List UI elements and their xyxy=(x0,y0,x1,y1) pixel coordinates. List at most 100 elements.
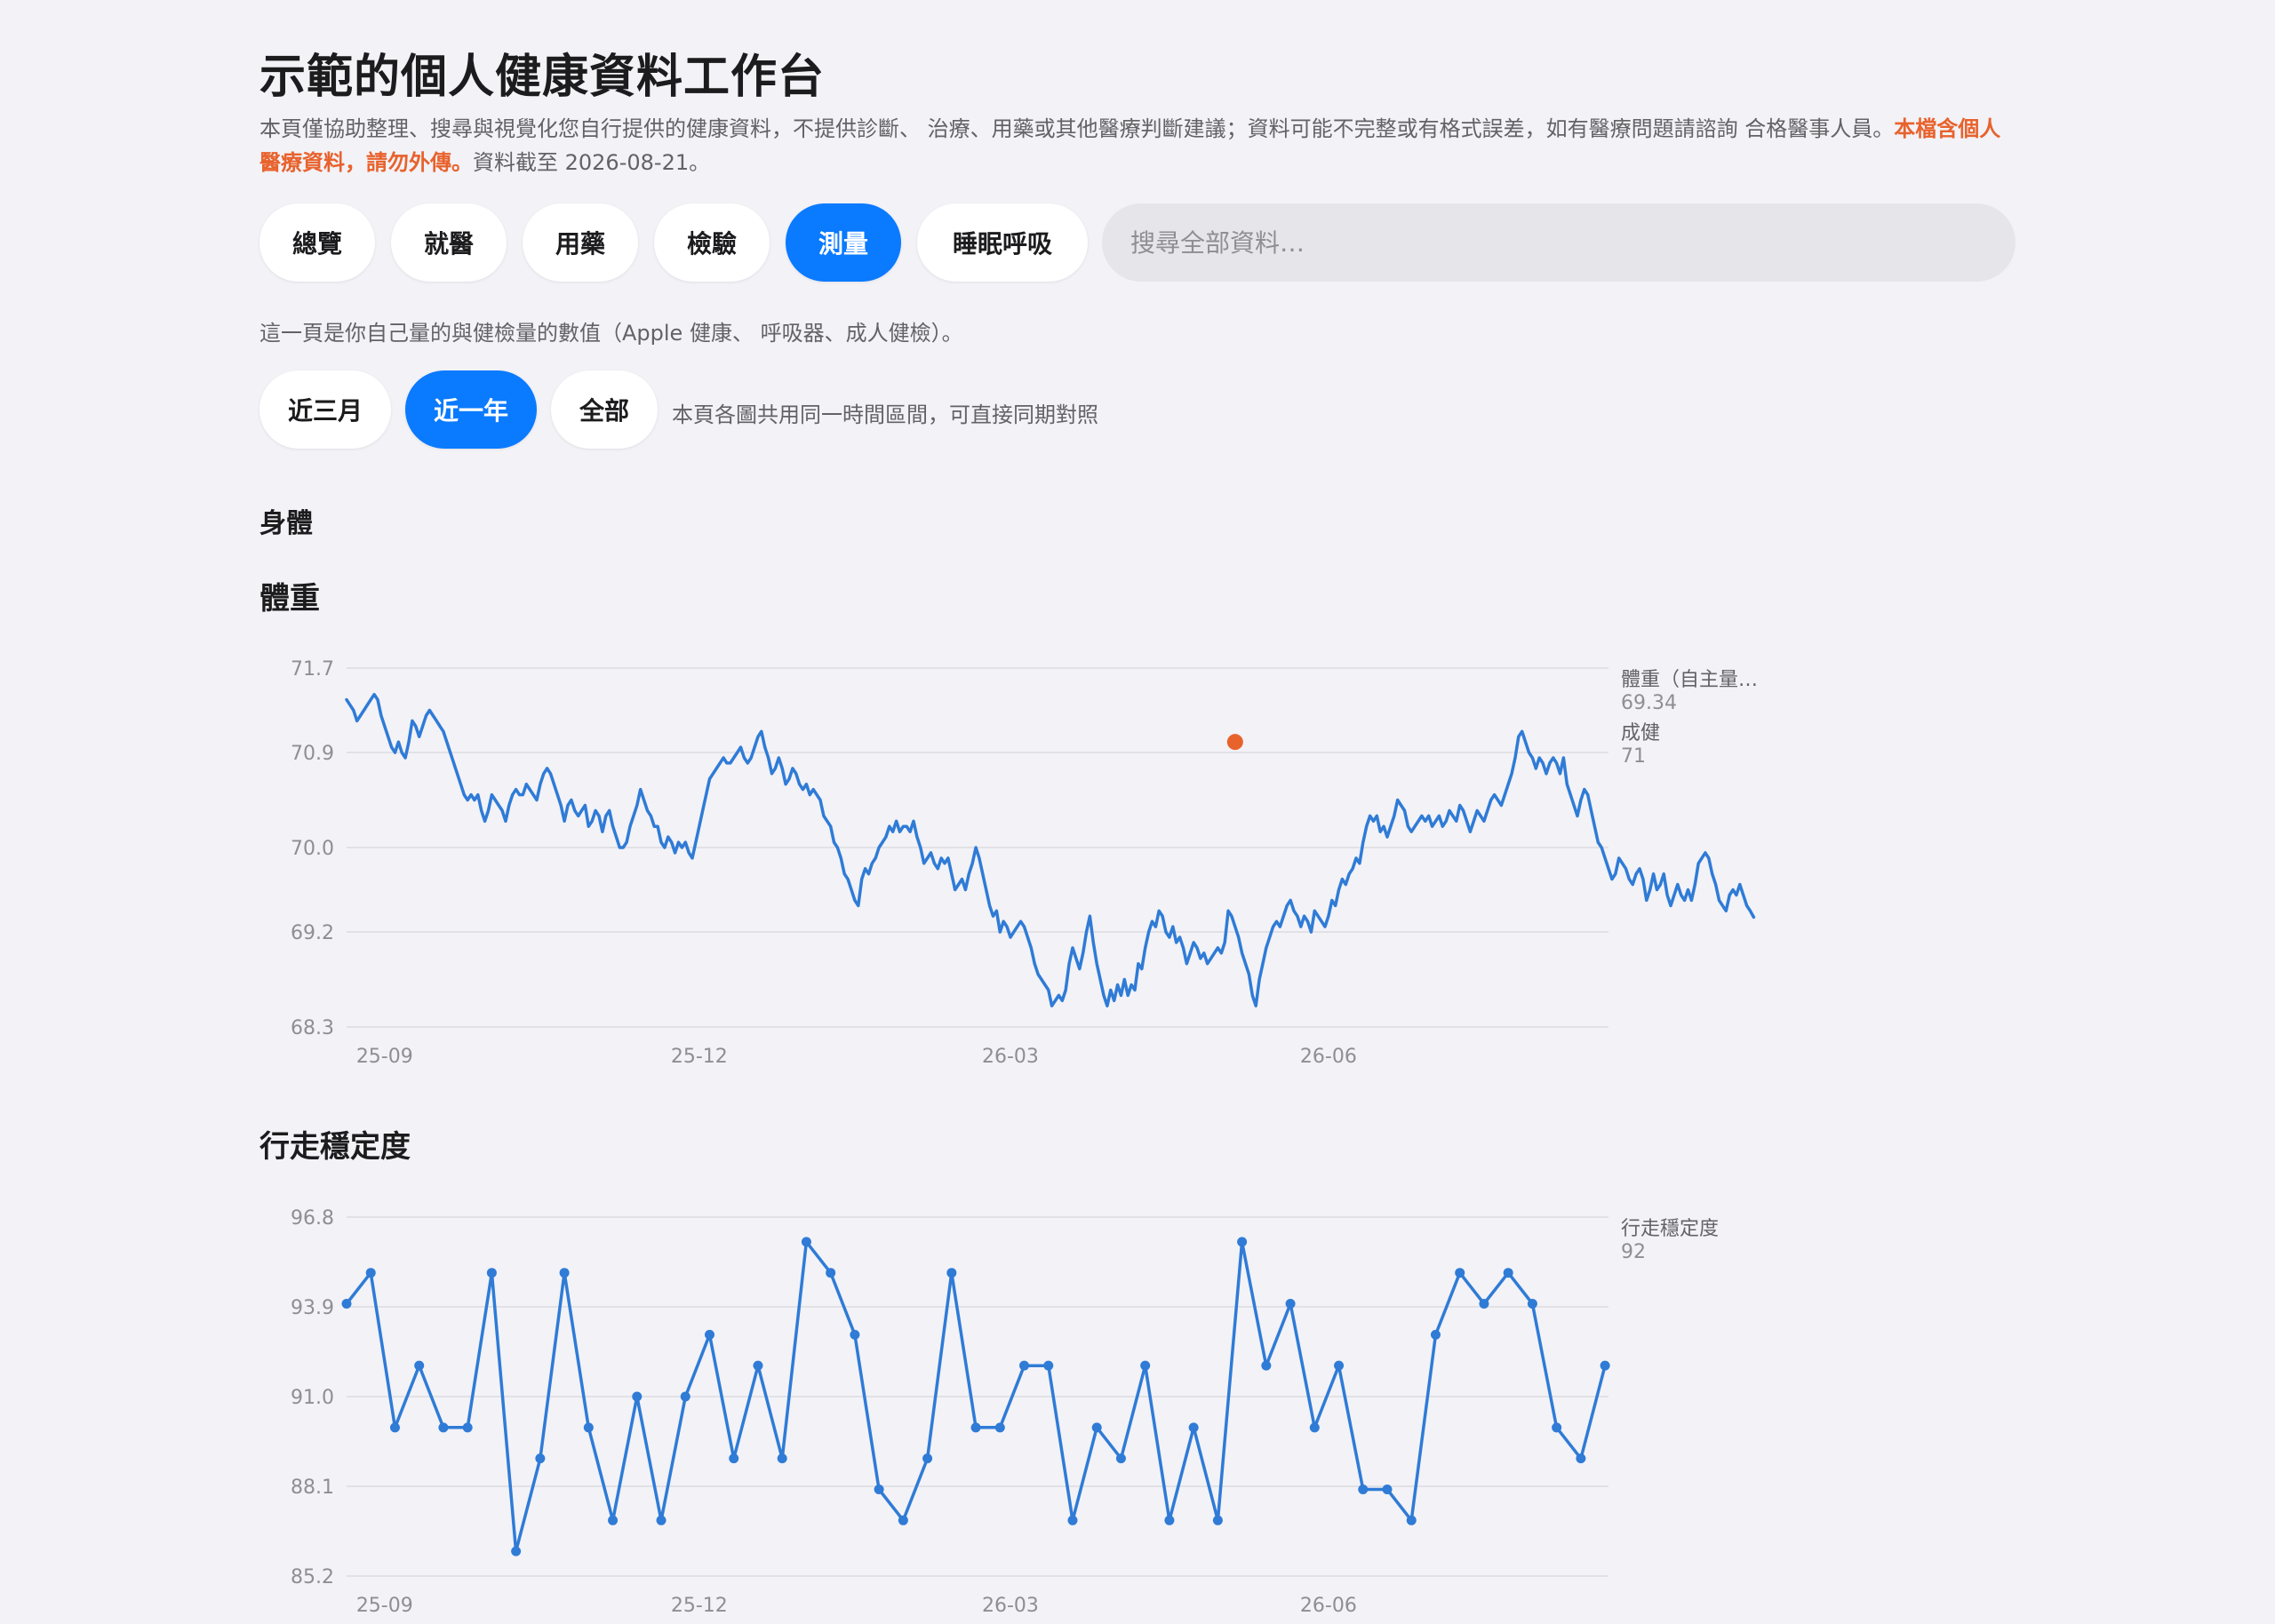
data-point xyxy=(777,1453,787,1464)
y-tick-label: 70.0 xyxy=(291,838,334,860)
disclaimer-text: 本頁僅協助整理、搜尋與視覺化您自行提供的健康資料，不提供診斷、 治療、用藥或其他… xyxy=(259,116,1895,141)
data-point xyxy=(946,1268,957,1278)
tab-visits[interactable]: 就醫 xyxy=(391,203,507,282)
data-point xyxy=(1067,1515,1078,1525)
data-point xyxy=(922,1453,933,1464)
y-tick-label: 96.8 xyxy=(291,1207,334,1230)
data-point xyxy=(1261,1360,1272,1371)
data-point xyxy=(1091,1422,1102,1433)
data-point xyxy=(1188,1422,1199,1433)
data-point xyxy=(438,1422,449,1433)
legend-last-value: 69.34 xyxy=(1621,692,1677,714)
data-point xyxy=(1600,1360,1610,1371)
data-point xyxy=(994,1422,1005,1433)
data-point xyxy=(583,1422,594,1433)
data-point xyxy=(1285,1299,1296,1310)
x-tick-label: 25-12 xyxy=(671,1046,728,1068)
data-point xyxy=(1358,1484,1369,1494)
data-point xyxy=(1576,1453,1586,1464)
data-point xyxy=(1164,1515,1175,1525)
weight-chart: 68.3 69.2 70.0 70.9 71.7 25-09 25-12 26-03 26-06… xyxy=(291,658,1758,1068)
y-tick-label: 68.3 xyxy=(291,1017,334,1039)
range-last-3-months[interactable]: 近三月 xyxy=(259,370,391,449)
range-last-year[interactable]: 近一年 xyxy=(405,370,537,449)
checkup-point xyxy=(1226,734,1243,751)
data-point xyxy=(1237,1237,1248,1247)
data-point xyxy=(1552,1422,1562,1433)
x-tick-label: 26-03 xyxy=(982,1595,1039,1617)
tab-lab-tests[interactable]: 檢驗 xyxy=(654,203,770,282)
section-title-body: 身體 xyxy=(259,508,313,539)
walking-steadiness-chart: 85.2 88.1 91.0 93.9 96.8 25-09 25-12 26-03 26-06… xyxy=(291,1207,1719,1617)
data-point xyxy=(341,1299,352,1310)
data-point xyxy=(1334,1360,1345,1371)
range-note: 本頁各圖共用同一時間區間，可直接同期對照 xyxy=(672,402,1098,427)
data-point xyxy=(704,1329,714,1340)
data-point xyxy=(535,1453,546,1464)
data-point xyxy=(874,1484,884,1494)
legend-series-name: 行走穩定度 xyxy=(1621,1218,1719,1240)
data-point xyxy=(850,1329,860,1340)
data-point xyxy=(632,1391,643,1402)
legend-series-name: 成健 xyxy=(1621,722,1660,744)
chart-title-walking-steadiness: 行走穩定度 xyxy=(259,1129,411,1165)
data-point xyxy=(656,1515,667,1525)
data-point xyxy=(389,1422,400,1433)
x-tick-label: 25-09 xyxy=(356,1046,413,1068)
data-point xyxy=(414,1360,425,1371)
x-tick-label: 25-12 xyxy=(671,1595,728,1617)
data-point xyxy=(898,1515,908,1525)
data-point xyxy=(511,1546,522,1556)
data-point xyxy=(1479,1299,1489,1310)
chart-title-weight: 體重 xyxy=(259,581,320,617)
tab-medications[interactable]: 用藥 xyxy=(523,203,638,282)
page-title: 示範的個人健康資料工作台 xyxy=(259,51,826,104)
series-line xyxy=(345,692,1756,1007)
data-point xyxy=(462,1422,473,1433)
data-point xyxy=(1382,1484,1393,1494)
legend-last-value: 92 xyxy=(1621,1241,1646,1263)
data-point xyxy=(1527,1299,1537,1310)
data-point xyxy=(1019,1360,1030,1371)
disclaimer-notice: 本頁僅協助整理、搜尋與視覺化您自行提供的健康資料，不提供診斷、 治療、用藥或其他… xyxy=(259,112,2019,179)
data-point xyxy=(1503,1268,1513,1278)
x-tick-label: 25-09 xyxy=(356,1595,413,1617)
data-point xyxy=(680,1391,690,1402)
data-point xyxy=(1406,1515,1417,1525)
y-tick-label: 93.9 xyxy=(291,1297,334,1319)
x-tick-label: 26-06 xyxy=(1300,1595,1357,1617)
data-point xyxy=(1455,1268,1465,1278)
data-point xyxy=(1115,1453,1126,1464)
data-point xyxy=(729,1453,739,1464)
data-point xyxy=(1430,1329,1441,1340)
data-point xyxy=(486,1268,497,1278)
tab-overview[interactable]: 總覽 xyxy=(259,203,375,282)
search-input[interactable] xyxy=(1102,203,2016,282)
data-point xyxy=(1212,1515,1223,1525)
data-as-of: 資料截至 2026-08-21。 xyxy=(473,150,711,175)
tab-measurements[interactable]: 測量 xyxy=(786,203,901,282)
data-point xyxy=(826,1268,836,1278)
y-tick-label: 69.2 xyxy=(291,922,334,944)
legend-series-name: 體重（自主量… xyxy=(1621,669,1758,691)
data-point xyxy=(1140,1360,1151,1371)
x-tick-label: 26-06 xyxy=(1300,1046,1357,1068)
y-tick-label: 70.9 xyxy=(291,743,334,765)
data-point xyxy=(559,1268,570,1278)
y-tick-label: 85.2 xyxy=(291,1566,334,1588)
data-point xyxy=(753,1360,763,1371)
range-all[interactable]: 全部 xyxy=(551,370,658,449)
x-tick-label: 26-03 xyxy=(982,1046,1039,1068)
data-point xyxy=(1043,1360,1054,1371)
data-point xyxy=(365,1268,376,1278)
measurements-description: 這一頁是你自己量的與健檢量的數值（Apple 健康、 呼吸器、成人健檢）。 xyxy=(259,321,963,346)
tab-sleep-breathing[interactable]: 睡眠呼吸 xyxy=(917,203,1088,282)
data-point xyxy=(608,1515,619,1525)
y-tick-label: 71.7 xyxy=(291,658,334,681)
legend-last-value: 71 xyxy=(1621,745,1646,768)
y-tick-label: 91.0 xyxy=(291,1387,334,1409)
data-point xyxy=(970,1422,981,1433)
y-tick-label: 88.1 xyxy=(291,1477,334,1499)
data-point xyxy=(801,1237,811,1247)
data-point xyxy=(1309,1422,1320,1433)
